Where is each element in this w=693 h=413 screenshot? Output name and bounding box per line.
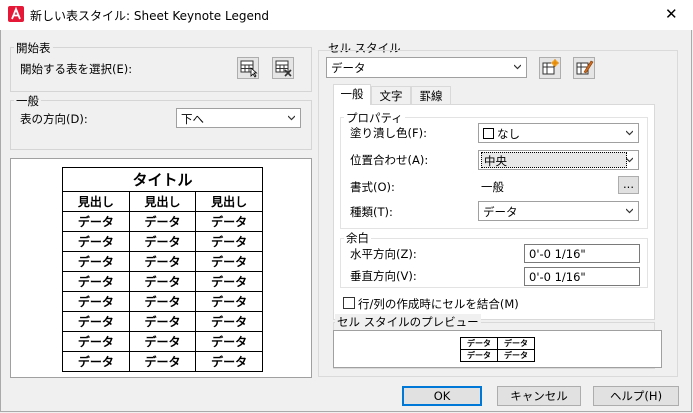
type-label: 種類(T): xyxy=(350,205,393,219)
preview-cell: データ xyxy=(497,349,535,362)
preview-header-cell: 見出し xyxy=(128,191,197,212)
table-preview: タイトル 見出し 見出し 見出し データ データ データ データ データ データ データ データデ… xyxy=(10,158,312,378)
preview-data-cell: データ xyxy=(128,211,197,232)
general-tab-panel: プロパティ 塗り潰し色(F): なし 位置合わせ(A): 中央 書式(O): 一… xyxy=(333,104,655,320)
starting-table-group-label: 開始表 xyxy=(14,40,53,56)
preview-data-cell: データ xyxy=(128,291,197,312)
ok-button[interactable]: OK xyxy=(402,386,482,406)
select-table-button[interactable] xyxy=(237,57,259,79)
preview-data-cell: データ xyxy=(62,351,130,372)
preview-data-row: データ データ データ xyxy=(62,231,263,252)
merge-cells-checkbox[interactable] xyxy=(343,297,355,309)
tab-general[interactable]: 一般 xyxy=(333,84,371,105)
preview-table: タイトル 見出し 見出し 見出し データ データ データ データ データ データ データ データデ… xyxy=(62,167,263,372)
format-value: 一般 xyxy=(481,180,504,194)
preview-header-cell: 見出し xyxy=(195,191,263,212)
preview-data-row: データ データ データ xyxy=(62,311,263,332)
fill-color-select[interactable]: なし xyxy=(478,123,639,143)
preview-data-cell: データ xyxy=(195,331,263,352)
properties-label: プロパティ xyxy=(344,110,405,126)
preview-data-row: データ データ データ xyxy=(62,351,263,372)
preview-data-row: データ データ データ xyxy=(62,251,263,272)
alignment-select[interactable]: 中央 xyxy=(478,150,639,170)
close-icon[interactable]: ✕ xyxy=(665,6,678,22)
tab-borders[interactable]: 罫線 xyxy=(411,86,451,104)
horizontal-margin-input[interactable]: 0'-0 1/16" xyxy=(524,244,640,263)
preview-data-cell: データ xyxy=(195,351,263,372)
autocad-logo-icon xyxy=(8,6,24,22)
preview-title-cell: タイトル xyxy=(62,167,263,192)
table-direction-label: 表の方向(D): xyxy=(20,112,88,126)
chevron-down-icon xyxy=(626,208,633,214)
preview-data-cell: データ xyxy=(195,211,263,232)
preview-data-row: データ データ データ xyxy=(62,331,263,352)
alignment-label: 位置合わせ(A): xyxy=(350,153,429,167)
remove-table-button[interactable] xyxy=(272,57,294,79)
cancel-button[interactable]: キャンセル xyxy=(497,386,581,406)
format-label: 書式(O): xyxy=(350,180,395,194)
preview-data-cell: データ xyxy=(62,231,130,252)
format-browse-button[interactable]: ... xyxy=(618,176,639,194)
cell-style-preview-label: セル スタイルのプレビュー xyxy=(335,314,481,330)
preview-data-cell: データ xyxy=(195,231,263,252)
preview-data-cell: データ xyxy=(128,231,197,252)
preview-data-cell: データ xyxy=(62,291,130,312)
preview-data-cell: データ xyxy=(62,211,130,232)
preview-data-cell: データ xyxy=(195,291,263,312)
select-starting-table-label: 開始する表を選択(E): xyxy=(20,62,133,76)
remove-table-icon xyxy=(275,60,292,77)
preview-data-row: データ データ データ xyxy=(62,271,263,292)
preview-data-cell: データ xyxy=(128,331,197,352)
select-table-icon xyxy=(240,60,258,78)
vertical-margin-input[interactable]: 0'-0 1/16" xyxy=(524,267,640,286)
preview-cell: データ xyxy=(460,337,498,350)
preview-data-cell: データ xyxy=(128,251,197,272)
chevron-down-icon xyxy=(626,130,633,136)
cell-preview-table: データ データ データ データ xyxy=(460,337,535,362)
preview-data-row: データ データ データ xyxy=(62,291,263,312)
preview-cell: データ xyxy=(460,349,498,362)
preview-data-cell: データ xyxy=(128,311,197,332)
general-group-label: 一般 xyxy=(14,93,41,109)
chevron-down-icon xyxy=(288,115,295,121)
table-direction-select[interactable]: 下へ xyxy=(176,108,301,128)
merge-cells-label: 行/列の作成時にセルを結合(M) xyxy=(358,297,519,311)
preview-data-cell: データ xyxy=(128,351,197,372)
help-button[interactable]: ヘルプ(H) xyxy=(593,386,679,406)
tab-text[interactable]: 文字 xyxy=(371,86,411,104)
margins-label: 余白 xyxy=(344,230,371,246)
preview-data-row: データ データ データ xyxy=(62,211,263,232)
window-title: 新しい表スタイル: Sheet Keynote Legend xyxy=(30,9,270,23)
vertical-margin-label: 垂直方向(V): xyxy=(350,269,417,283)
preview-data-cell: データ xyxy=(62,271,130,292)
color-swatch-icon xyxy=(483,128,494,139)
preview-data-cell: データ xyxy=(195,271,263,292)
horizontal-margin-label: 水平方向(Z): xyxy=(350,247,417,261)
preview-cell: データ xyxy=(497,337,535,350)
preview-data-cell: データ xyxy=(195,251,263,272)
preview-data-cell: データ xyxy=(62,331,130,352)
title-bar: 新しい表スタイル: Sheet Keynote Legend ✕ xyxy=(0,0,693,30)
preview-data-cell: データ xyxy=(62,311,130,332)
fill-color-label: 塗り潰し色(F): xyxy=(350,126,427,140)
type-select[interactable]: データ xyxy=(478,201,639,221)
preview-data-cell: データ xyxy=(62,251,130,272)
preview-data-cell: データ xyxy=(128,271,197,292)
preview-header-cell: 見出し xyxy=(62,191,130,212)
cell-style-preview: データ データ データ データ xyxy=(333,330,662,368)
preview-data-cell: データ xyxy=(195,311,263,332)
chevron-down-icon xyxy=(626,157,633,163)
